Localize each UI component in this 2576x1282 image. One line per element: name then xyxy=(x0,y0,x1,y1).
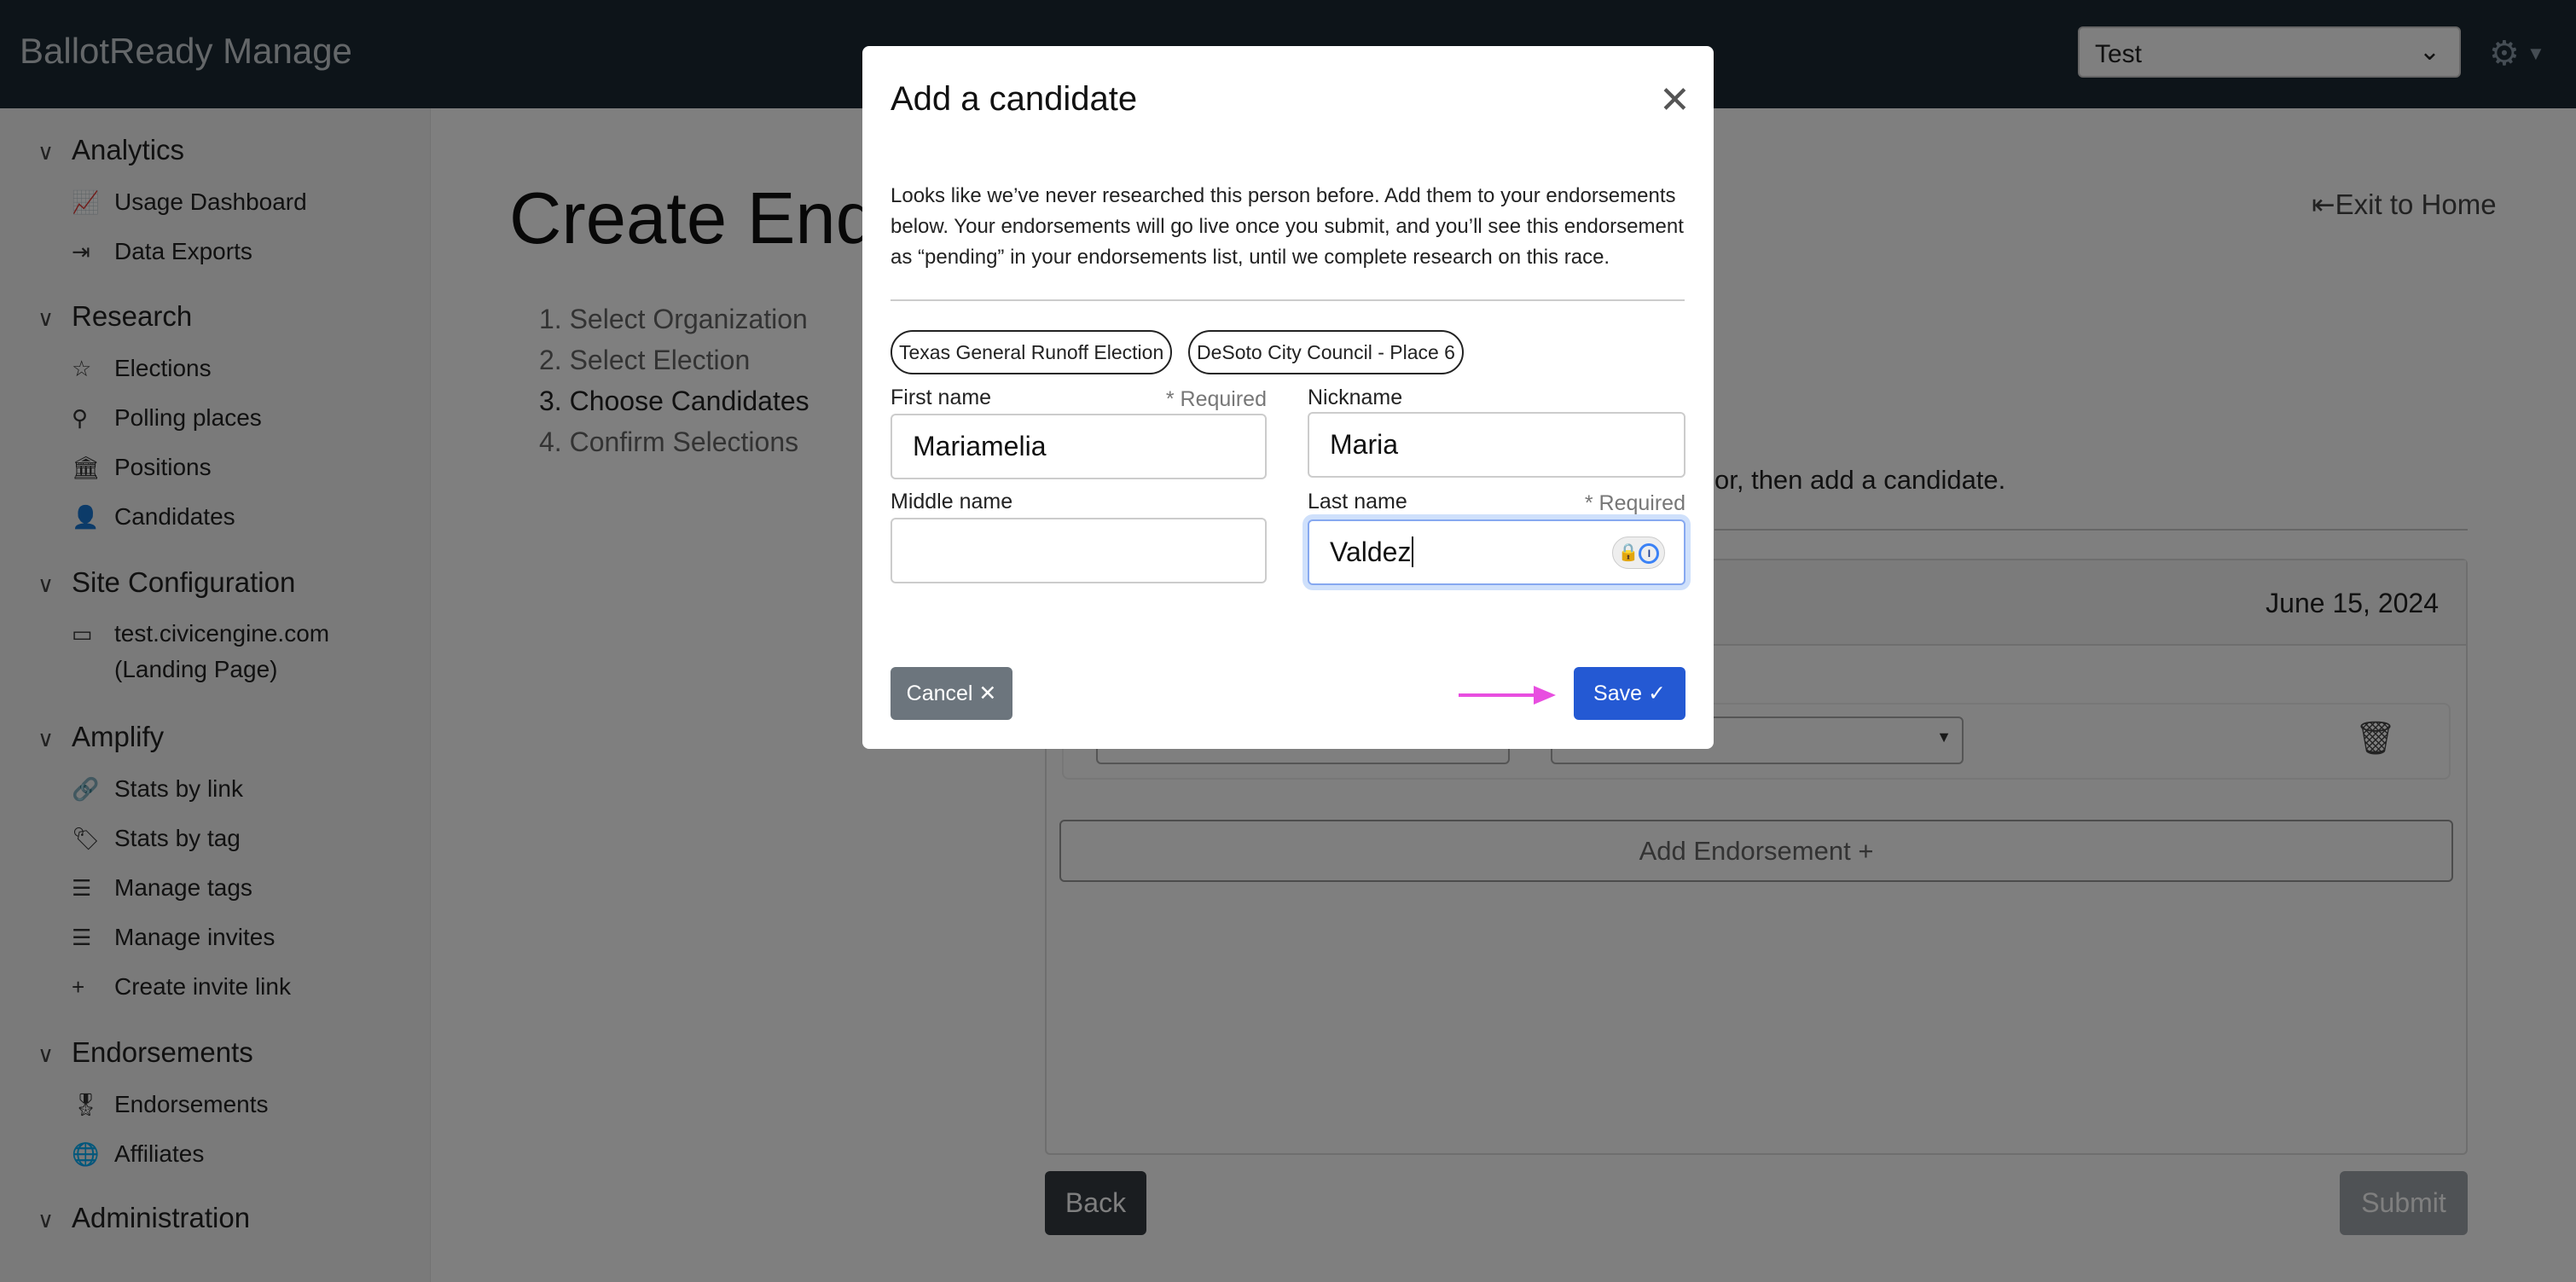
save-button[interactable]: Save ✓ xyxy=(1574,667,1685,720)
required-note: * Required xyxy=(1165,387,1267,411)
modal-description: Looks like we’ve never researched this p… xyxy=(891,184,1684,269)
nickname-input[interactable]: Maria xyxy=(1308,412,1685,478)
password-manager-icon[interactable]: 🔒 I xyxy=(1612,537,1665,569)
add-candidate-modal: Add a candidate ✕ Looks like we’ve never… xyxy=(862,46,1714,749)
required-note: * Required xyxy=(1584,491,1685,515)
position-chip: DeSoto City Council - Place 6 xyxy=(1188,330,1464,374)
text-cursor xyxy=(1412,537,1414,567)
election-chip: Texas General Runoff Election xyxy=(891,330,1173,374)
first-name-label: First name xyxy=(891,386,992,409)
last-name-label: Last name xyxy=(1308,490,1407,513)
middle-name-label: Middle name xyxy=(891,490,1013,513)
cancel-button[interactable]: Cancel ✕ xyxy=(891,667,1012,720)
close-icon[interactable]: ✕ xyxy=(1659,78,1691,122)
divider xyxy=(891,299,1685,301)
last-name-value: Valdez xyxy=(1330,537,1412,567)
first-name-input[interactable]: Mariamelia xyxy=(891,414,1267,479)
middle-name-input[interactable] xyxy=(891,518,1267,583)
arrow-annotation-icon xyxy=(1459,686,1556,705)
modal-title: Add a candidate xyxy=(891,80,1138,118)
last-name-input[interactable]: Valdez 🔒 I xyxy=(1308,519,1685,585)
nickname-label: Nickname xyxy=(1308,386,1403,409)
